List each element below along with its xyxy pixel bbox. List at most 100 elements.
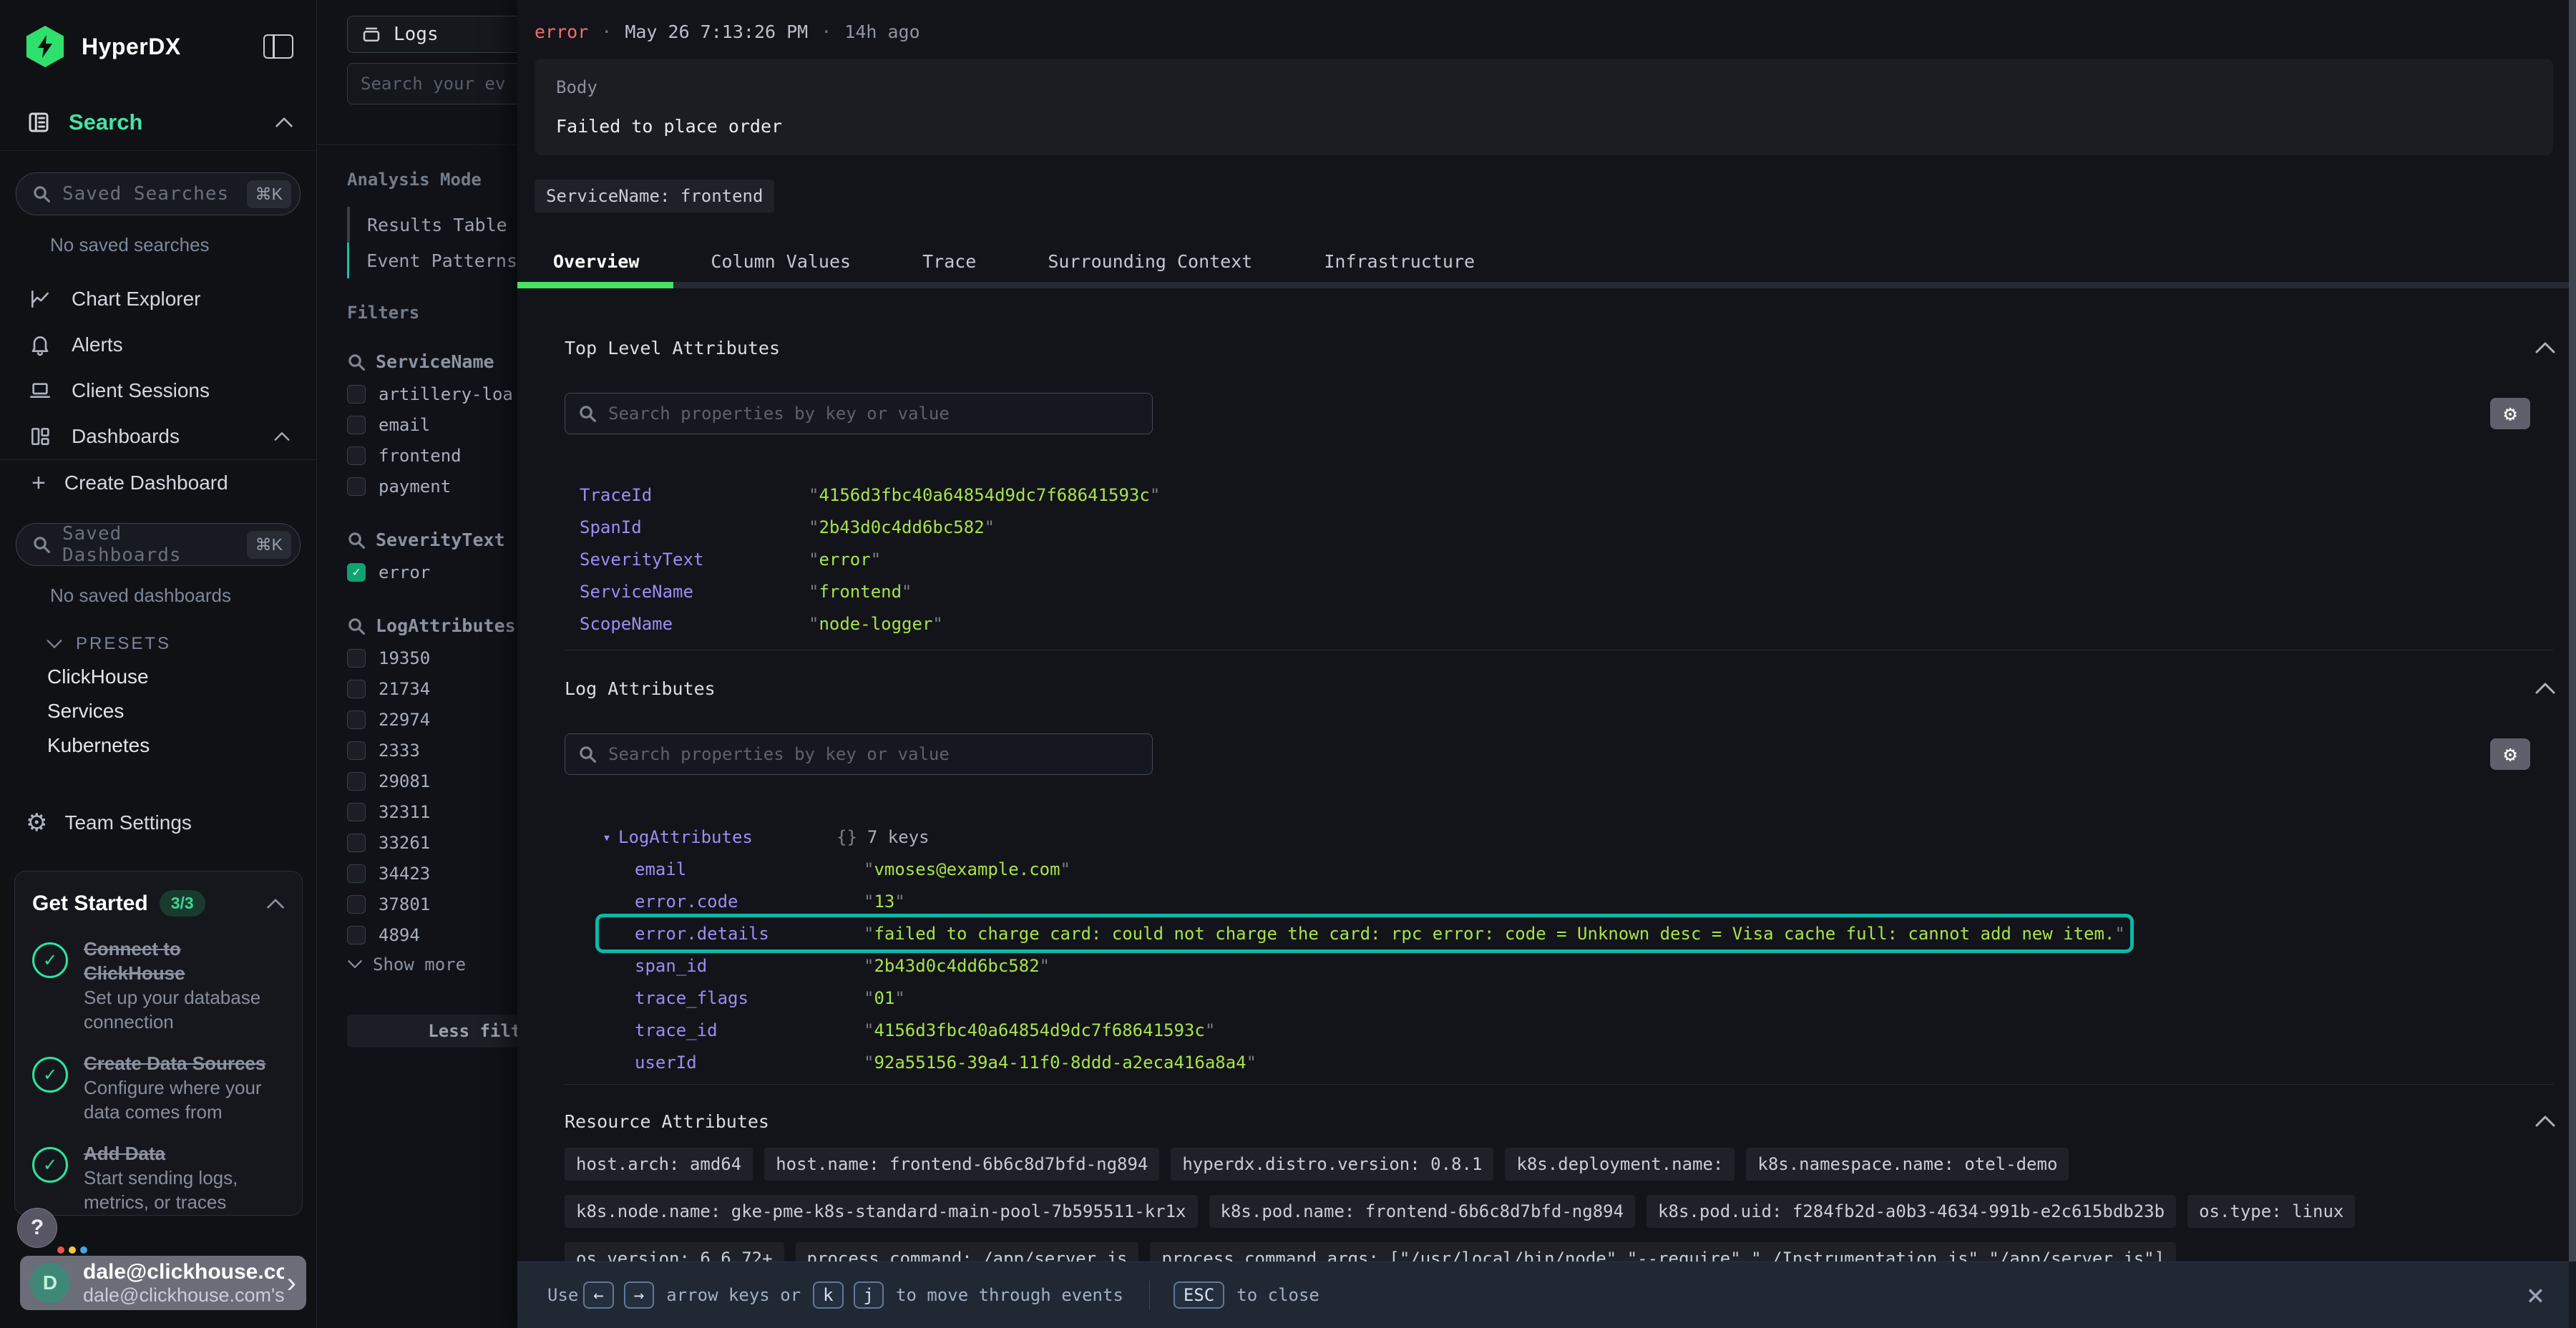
source-selector-button[interactable]: Logs <box>347 16 517 53</box>
checkbox[interactable] <box>347 385 366 404</box>
filter-option[interactable]: 2333 <box>347 736 517 765</box>
checkbox[interactable] <box>347 446 366 465</box>
sidebar-item-alerts[interactable]: Alerts <box>0 322 316 368</box>
detail-tab[interactable]: Column Values <box>675 241 887 282</box>
analysis-mode-option[interactable]: Results Table <box>347 207 517 243</box>
get-started-step[interactable]: ✓ Create Data Sources Configure where yo… <box>32 1051 285 1124</box>
get-started-step[interactable]: ✓ Connect to ClickHouse Set up your data… <box>32 937 285 1034</box>
scrollbar-thumb[interactable] <box>2569 0 2576 1261</box>
checkbox[interactable] <box>347 477 366 496</box>
resource-attribute-tag[interactable]: host.arch: amd64 <box>565 1148 753 1181</box>
resource-attribute-tag[interactable]: k8s.deployment.name: <box>1505 1148 1735 1181</box>
sidebar-collapse-icon[interactable] <box>263 34 293 59</box>
attribute-row[interactable]: ServiceName frontend <box>580 575 2576 607</box>
resource-attribute-tag[interactable]: k8s.pod.name: frontend-6b6c8d7bfd-ng894 <box>1209 1195 1636 1228</box>
filter-option[interactable]: 37801 <box>347 889 517 919</box>
filter-option[interactable]: email <box>347 410 517 439</box>
detail-tab[interactable]: Trace <box>887 241 1012 282</box>
sidebar-item-dashboards[interactable]: Dashboards <box>0 414 316 459</box>
saved-dashboards-input[interactable]: Saved Dashboards ⌘K <box>16 523 301 566</box>
checkbox[interactable] <box>347 680 366 698</box>
chevron-up-icon[interactable] <box>2534 1115 2556 1128</box>
attribute-row[interactable]: error.details failed to charge card: cou… <box>599 917 2130 949</box>
create-dashboard-button[interactable]: + Create Dashboard <box>0 460 316 506</box>
filter-option[interactable]: 19350 <box>347 643 517 673</box>
attribute-row[interactable]: error.code 13 <box>635 885 2576 917</box>
presets-toggle[interactable]: PRESETS <box>46 634 316 654</box>
filter-option[interactable]: 22974 <box>347 705 517 734</box>
checkbox[interactable] <box>347 416 366 434</box>
sidebar-item-search[interactable]: Search <box>0 104 316 151</box>
preset-item[interactable]: ClickHouse <box>47 660 316 694</box>
saved-searches-input[interactable]: Saved Searches ⌘K <box>16 172 301 215</box>
filter-option[interactable]: 29081 <box>347 766 517 796</box>
resource-attribute-tag[interactable]: k8s.node.name: gke-pme-k8s-standard-main… <box>565 1195 1198 1228</box>
preset-item[interactable]: Kubernetes <box>47 728 316 763</box>
tree-root-row[interactable]: ▾ LogAttributes {} 7 keys <box>602 821 2576 853</box>
detail-tab[interactable]: Overview <box>517 241 675 282</box>
filter-option[interactable]: 4894 <box>347 920 517 949</box>
attribute-row[interactable]: SeverityText error <box>580 543 2576 575</box>
checkbox[interactable] <box>347 741 366 760</box>
checkbox[interactable] <box>347 772 366 791</box>
events-search-input[interactable]: Search your ev <box>347 63 517 104</box>
attribute-row[interactable]: trace_id 4156d3fbc40a64854d9dc7f68641593… <box>635 1014 2576 1046</box>
chevron-up-icon[interactable] <box>266 898 285 909</box>
vertical-scrollbar[interactable] <box>2569 0 2576 1328</box>
close-icon[interactable]: × <box>2527 1280 2545 1310</box>
attribute-row[interactable]: TraceId 4156d3fbc40a64854d9dc7f68641593c <box>580 479 2576 511</box>
properties-search-input[interactable]: Search properties by key or value <box>565 733 1153 775</box>
resource-attribute-tag[interactable]: hyperdx.distro.version: 0.8.1 <box>1171 1148 1493 1181</box>
user-account-chip[interactable]: D dale@clickhouse.com dale@clickhouse.co… <box>20 1256 306 1310</box>
show-more-toggle[interactable]: Show more <box>347 949 517 979</box>
get-started-step[interactable]: ✓ Add Data Start sending logs, metrics, … <box>32 1141 285 1214</box>
service-name-tag[interactable]: ServiceName: frontend <box>535 180 774 213</box>
detail-tab[interactable]: Surrounding Context <box>1012 241 1288 282</box>
resource-attribute-tag[interactable]: k8s.pod.uid: f284fb2d-a0b3-4634-991b-e2c… <box>1646 1195 2176 1228</box>
caret-down-icon[interactable]: ▾ <box>602 829 618 846</box>
attribute-row[interactable]: ScopeName node-logger <box>580 607 2576 640</box>
detail-tab[interactable]: Infrastructure <box>1288 241 1511 282</box>
attribute-row[interactable]: userId 92a55156-39a4-11f0-8ddd-a2eca416a… <box>635 1046 2576 1078</box>
filter-option[interactable]: artillery-loa <box>347 379 517 409</box>
filter-option[interactable]: frontend <box>347 441 517 470</box>
chevron-up-icon[interactable] <box>275 117 293 128</box>
sidebar-item-client-sessions[interactable]: Client Sessions <box>0 368 316 414</box>
resource-attribute-tag[interactable]: k8s.namespace.name: otel-demo <box>1746 1148 2069 1181</box>
section-settings-button[interactable]: ⚙ <box>2490 738 2530 770</box>
help-button[interactable]: ? <box>17 1208 57 1248</box>
checkbox[interactable] <box>347 563 366 582</box>
filter-option[interactable]: payment <box>347 472 517 501</box>
checkbox[interactable] <box>347 895 366 914</box>
chevron-up-icon[interactable] <box>273 431 291 441</box>
filter-option[interactable]: 34423 <box>347 859 517 888</box>
filter-group-header[interactable]: SeverityText <box>347 529 517 550</box>
checkbox[interactable] <box>347 834 366 852</box>
filter-option[interactable]: error <box>347 557 517 587</box>
section-settings-button[interactable]: ⚙ <box>2490 398 2530 429</box>
filter-option[interactable]: 32311 <box>347 797 517 826</box>
checkbox[interactable] <box>347 649 366 668</box>
sidebar-item-team-settings[interactable]: ⚙ Team Settings <box>0 800 316 846</box>
filter-group-header[interactable]: ServiceName <box>347 351 517 372</box>
resource-attribute-tag[interactable]: host.name: frontend-6b6c8d7bfd-ng894 <box>764 1148 1159 1181</box>
attribute-row[interactable]: SpanId 2b43d0c4dd6bc582 <box>580 511 2576 543</box>
filter-group-header[interactable]: LogAttributes <box>347 615 517 636</box>
attribute-row[interactable]: trace_flags 01 <box>635 982 2576 1014</box>
checkbox[interactable] <box>347 926 366 944</box>
attribute-row[interactable]: span_id 2b43d0c4dd6bc582 <box>635 949 2576 982</box>
properties-search-input[interactable]: Search properties by key or value <box>565 393 1153 434</box>
checkbox[interactable] <box>347 711 366 729</box>
less-filters-button[interactable]: Less filters <box>347 1015 517 1048</box>
chevron-up-icon[interactable] <box>2534 341 2556 354</box>
sidebar-item-chart-explorer[interactable]: Chart Explorer <box>0 276 316 322</box>
chevron-up-icon[interactable] <box>2534 682 2556 695</box>
filter-option[interactable]: 33261 <box>347 828 517 857</box>
preset-item[interactable]: Services <box>47 694 316 728</box>
filter-option[interactable]: 21734 <box>347 674 517 703</box>
checkbox[interactable] <box>347 864 366 883</box>
checkbox[interactable] <box>347 803 366 821</box>
attribute-row[interactable]: email vmoses@example.com <box>635 853 2576 885</box>
resource-attribute-tag[interactable]: os.type: linux <box>2187 1195 2355 1228</box>
analysis-mode-option[interactable]: Event Patterns <box>347 243 517 278</box>
